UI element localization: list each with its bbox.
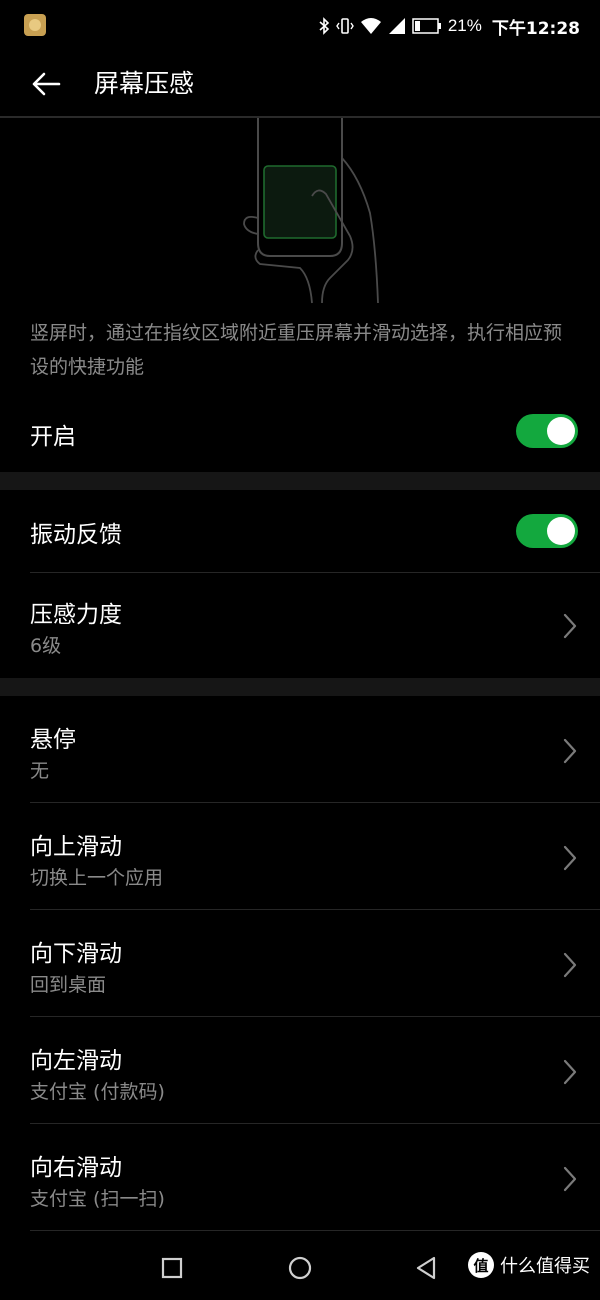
app-notification-icon	[24, 14, 46, 36]
section-divider	[0, 678, 600, 696]
row-divider	[30, 1230, 600, 1231]
gesture-label: 向上滑动	[30, 834, 122, 860]
watermark: 值 什么值得买	[468, 1252, 590, 1278]
recents-button[interactable]	[152, 1250, 192, 1286]
enable-toggle[interactable]	[516, 414, 578, 448]
pressure-illustration	[243, 118, 379, 304]
square-icon	[161, 1257, 183, 1279]
chevron-right-icon	[563, 1059, 577, 1085]
chevron-right-icon	[563, 845, 577, 871]
vibration-feedback-label: 振动反馈	[30, 522, 122, 548]
gesture-label: 向左滑动	[30, 1048, 122, 1074]
pressure-level-value: 6级	[30, 635, 62, 657]
triangle-back-icon	[416, 1256, 436, 1280]
gesture-value: 无	[30, 760, 50, 782]
gesture-label: 向下滑动	[30, 941, 122, 967]
toggle-knob	[547, 417, 575, 445]
status-bar: 21% 下午12:28	[0, 0, 600, 52]
chevron-right-icon	[563, 1166, 577, 1192]
gesture-value: 切换上一个应用	[30, 867, 164, 889]
chevron-right-icon	[563, 738, 577, 764]
circle-icon	[288, 1256, 312, 1280]
clock: 下午12:28	[491, 18, 580, 39]
back-nav-button[interactable]	[406, 1250, 446, 1286]
bluetooth-icon	[319, 17, 330, 35]
page-title: 屏幕压感	[94, 69, 195, 98]
gesture-label: 向右滑动	[30, 1155, 122, 1181]
watermark-text: 什么值得买	[500, 1256, 590, 1277]
battery-icon	[412, 18, 441, 34]
section-divider	[0, 472, 600, 490]
wifi-icon	[360, 18, 381, 34]
arrow-left-icon	[32, 72, 61, 96]
battery-percent: 21%	[447, 16, 482, 35]
watermark-logo: 值	[468, 1252, 494, 1278]
vibration-feedback-row[interactable]: 振动反馈	[0, 490, 600, 572]
app-header: 屏幕压感	[0, 52, 600, 116]
signal-icon	[388, 18, 405, 34]
home-button[interactable]	[280, 1250, 320, 1286]
vibration-feedback-toggle[interactable]	[516, 514, 578, 548]
gesture-label: 悬停	[30, 727, 76, 753]
gesture-value: 支付宝 (扫一扫)	[30, 1188, 165, 1210]
gesture-row-swipe-left[interactable]: 向左滑动 支付宝 (付款码)	[0, 1017, 600, 1123]
enable-label: 开启	[30, 424, 76, 450]
gesture-row-swipe-down[interactable]: 向下滑动 回到桌面	[0, 910, 600, 1016]
gesture-value: 回到桌面	[30, 974, 107, 996]
pressure-level-row[interactable]: 压感力度 6级	[0, 573, 600, 678]
toggle-knob	[547, 517, 575, 545]
back-button[interactable]	[20, 58, 72, 110]
chevron-right-icon	[563, 613, 577, 639]
pressure-level-label: 压感力度	[30, 602, 122, 628]
gesture-value: 支付宝 (付款码)	[30, 1081, 165, 1103]
chevron-right-icon	[563, 952, 577, 978]
gesture-row-hover[interactable]: 悬停 无	[0, 696, 600, 802]
vibrate-icon	[336, 18, 354, 34]
status-icons: 21% 下午12:28	[318, 12, 580, 40]
gesture-row-swipe-right[interactable]: 向右滑动 支付宝 (扫一扫)	[0, 1124, 600, 1230]
feature-description: 竖屏时，通过在指纹区域附近重压屏幕并滑动选择，执行相应预设的快捷功能	[30, 322, 563, 378]
enable-row[interactable]: 开启	[0, 400, 600, 466]
gesture-row-swipe-up[interactable]: 向上滑动 切换上一个应用	[0, 803, 600, 909]
